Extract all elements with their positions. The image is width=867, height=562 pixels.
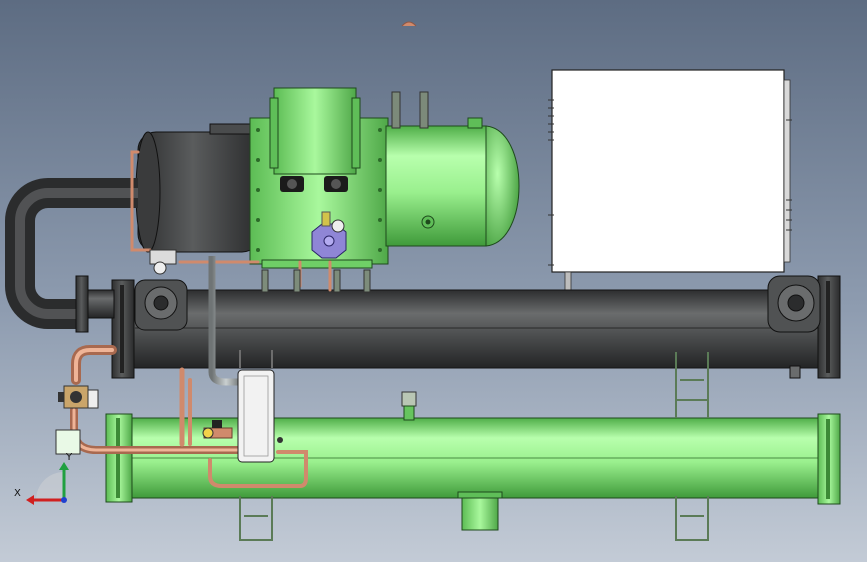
chiller-unit-model[interactable]: X Y [0,0,867,562]
terminal-box-fan-right [324,176,348,192]
compressor-motor-housing[interactable] [135,123,263,253]
terminal-box-fan-left [280,176,304,192]
y-axis-label: Y [65,452,73,463]
electrical-control-panel[interactable] [548,69,792,299]
drain-plug [789,365,801,379]
left-water-nozzle[interactable] [134,279,188,331]
x-axis-label: X [14,488,21,499]
discharge-copper-pipe[interactable] [401,21,417,421]
left-tube-sheet-flange [111,279,135,379]
condenser-right-flange [817,413,841,505]
screw-compressor-assembly[interactable] [135,87,520,269]
right-tube-sheet-flange [817,275,841,379]
compressor-base-rail [261,259,373,269]
right-water-nozzle[interactable] [767,275,821,333]
cad-viewport[interactable]: X Y [0,0,867,562]
axis-triad[interactable]: X Y [14,452,73,505]
condenser-outlet-nozzle[interactable] [457,491,503,531]
condenser-left-flange [105,413,133,503]
dark-shell-heat-exchanger[interactable] [111,275,841,379]
z-axis-dot [61,497,67,503]
